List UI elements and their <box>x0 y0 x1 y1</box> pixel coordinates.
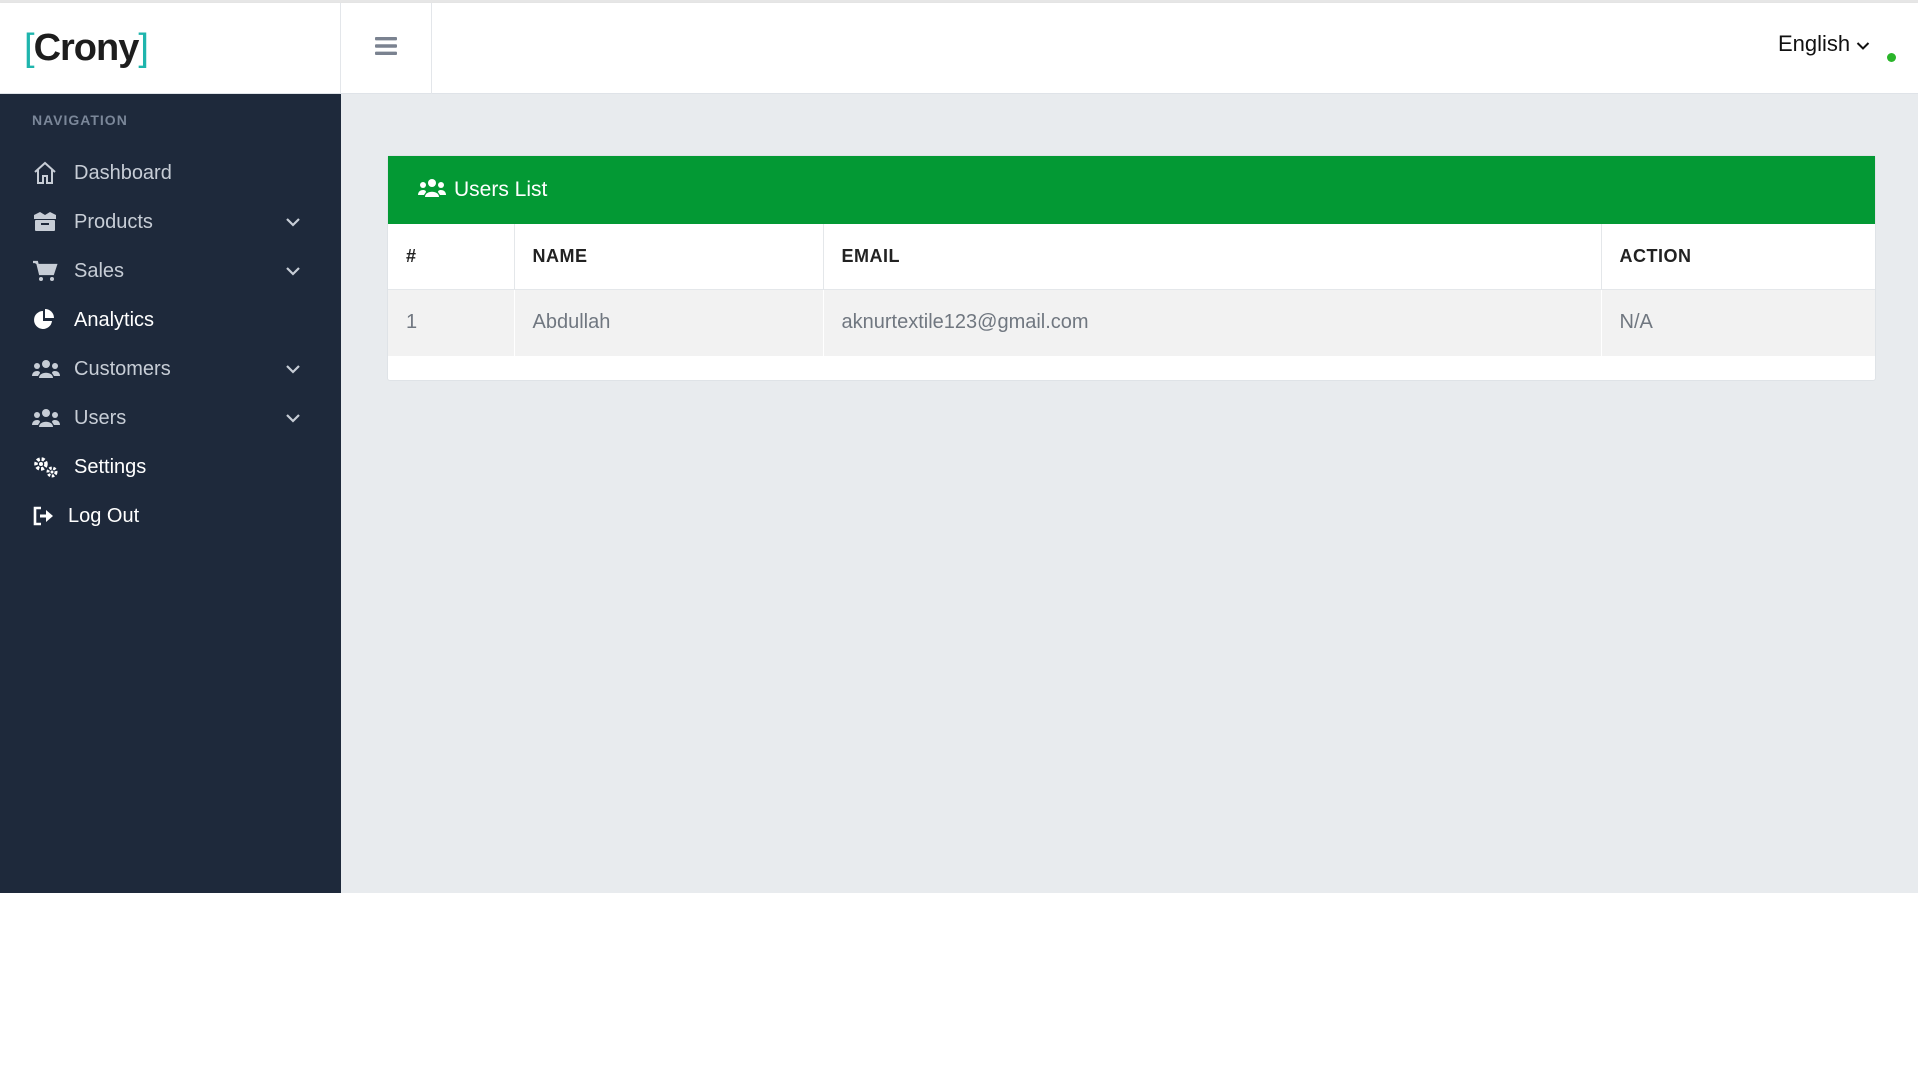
sidebar-item-label: Products <box>74 210 153 233</box>
sidebar-item-label: Users <box>74 406 127 429</box>
cogs-icon <box>32 454 60 480</box>
sidebar-item-label: Log Out <box>68 504 140 527</box>
menu-toggle-button[interactable] <box>341 3 432 94</box>
online-status-dot <box>1887 53 1896 62</box>
column-header-action[interactable]: ACTION <box>1601 224 1875 290</box>
column-header-name[interactable]: NAME <box>514 224 824 290</box>
cell-action: N/A <box>1601 289 1875 356</box>
sidebar-item-dashboard[interactable]: Dashboard <box>0 147 341 199</box>
home-icon <box>32 160 60 186</box>
cart-icon <box>32 258 60 284</box>
sidebar-item-settings[interactable]: Settings <box>0 441 341 493</box>
cell-name: Abdullah <box>514 289 824 356</box>
chevron-down-icon <box>284 409 302 427</box>
sidebar: NAVIGATION Dashboard Products Sales Anal… <box>0 94 341 893</box>
app: [Crony] English NAVIGATION Dashboard Pro… <box>0 0 1918 893</box>
main-content: Users List # NAME EMAIL ACTION 1 Abdulla… <box>341 94 1918 893</box>
column-header-number[interactable]: # <box>388 224 515 290</box>
sidebar-item-sales[interactable]: Sales <box>0 245 341 297</box>
chevron-down-icon <box>1856 31 1870 57</box>
nav-heading: NAVIGATION <box>32 112 128 128</box>
users-icon <box>32 356 60 382</box>
sidebar-item-label: Sales <box>74 259 125 282</box>
column-header-email[interactable]: EMAIL <box>823 224 1602 290</box>
cell-number: 1 <box>388 289 515 356</box>
users-icon <box>418 177 446 204</box>
table-row: 1 Abdullah aknurtextile123@gmail.com N/A <box>388 289 1875 356</box>
logout-icon <box>32 503 56 529</box>
sidebar-item-logout[interactable]: Log Out <box>0 490 341 542</box>
card-header: Users List <box>388 156 1875 224</box>
sidebar-item-label: Settings <box>74 455 147 478</box>
table-header-row: # NAME EMAIL ACTION <box>388 224 1875 290</box>
sidebar-item-label: Analytics <box>74 308 155 331</box>
top-header: [Crony] English <box>0 3 1918 94</box>
sidebar-item-analytics[interactable]: Analytics <box>0 294 341 346</box>
sidebar-item-customers[interactable]: Customers <box>0 343 341 395</box>
card-title: Users List <box>454 178 548 201</box>
users-table: # NAME EMAIL ACTION 1 Abdullah aknurtext… <box>388 224 1875 356</box>
chevron-down-icon <box>284 360 302 378</box>
users-list-card: Users List # NAME EMAIL ACTION 1 Abdulla… <box>387 155 1876 381</box>
sidebar-item-label: Dashboard <box>74 161 172 184</box>
chevron-down-icon <box>284 213 302 231</box>
hamburger-icon <box>375 36 397 61</box>
sidebar-item-users[interactable]: Users <box>0 392 341 444</box>
brand-logo[interactable]: [Crony] <box>0 3 341 94</box>
sidebar-item-products[interactable]: Products <box>0 196 341 248</box>
box-icon <box>32 209 60 235</box>
sidebar-item-label: Customers <box>74 357 171 380</box>
pie-chart-icon <box>32 307 60 333</box>
cell-email: aknurtextile123@gmail.com <box>823 289 1602 356</box>
chevron-down-icon <box>284 262 302 280</box>
logo-text: [Crony] <box>24 27 149 69</box>
language-label: English <box>1778 31 1851 56</box>
language-dropdown[interactable]: English <box>1778 31 1870 57</box>
users-icon <box>32 405 60 431</box>
